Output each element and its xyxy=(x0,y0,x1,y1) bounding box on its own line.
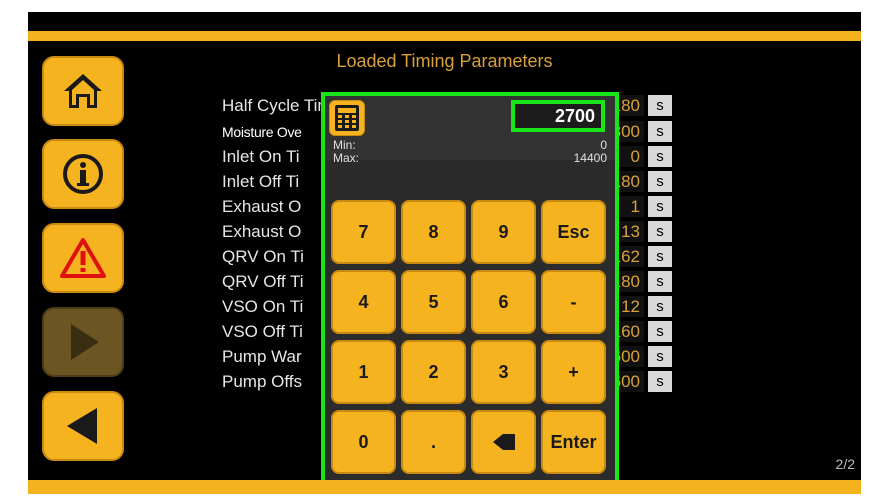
back-button[interactable] xyxy=(42,391,124,461)
param-unit: s xyxy=(648,146,672,167)
param-label: QRV On Ti xyxy=(222,247,304,266)
calculator-icon xyxy=(329,100,365,136)
param-label: Inlet On Ti xyxy=(222,147,300,166)
play-icon xyxy=(71,324,99,360)
param-unit: s xyxy=(648,171,672,192)
param-label-selected: Moisture Ove xyxy=(222,124,302,140)
key-0[interactable]: 0 xyxy=(331,410,396,474)
home-icon xyxy=(64,74,102,108)
param-unit: s xyxy=(648,271,672,292)
param-unit: s xyxy=(648,196,672,217)
key-4[interactable]: 4 xyxy=(331,270,396,334)
keypad-header: 2700 Min: 0 Max: 14400 xyxy=(325,96,615,165)
key-minus[interactable]: - xyxy=(541,270,606,334)
key-8[interactable]: 8 xyxy=(401,200,466,264)
key-3[interactable]: 3 xyxy=(471,340,536,404)
key-plus[interactable]: + xyxy=(541,340,606,404)
home-button[interactable] xyxy=(42,56,124,126)
bottom-bar xyxy=(28,480,861,494)
info-button[interactable] xyxy=(42,139,124,209)
value-display: 2700 xyxy=(511,100,605,132)
key-enter[interactable]: Enter xyxy=(541,410,606,474)
param-label: Exhaust O xyxy=(222,197,302,216)
min-label: Min: xyxy=(333,138,356,152)
key-esc[interactable]: Esc xyxy=(541,200,606,264)
param-label: Inlet Off Ti xyxy=(222,172,300,191)
param-label: QRV Off Ti xyxy=(222,272,304,291)
key-1[interactable]: 1 xyxy=(331,340,396,404)
param-label: VSO Off Ti xyxy=(222,322,303,341)
param-unit: s xyxy=(648,246,672,267)
info-icon xyxy=(63,154,103,194)
key-decimal[interactable]: . xyxy=(401,410,466,474)
key-backspace[interactable] xyxy=(471,410,536,474)
key-5[interactable]: 5 xyxy=(401,270,466,334)
key-7[interactable]: 7 xyxy=(331,200,396,264)
param-unit: s xyxy=(648,371,672,392)
param-unit: s xyxy=(648,321,672,342)
param-unit: s xyxy=(648,296,672,317)
next-button[interactable] xyxy=(42,307,124,377)
param-label: Pump Offs xyxy=(222,372,302,391)
key-9[interactable]: 9 xyxy=(471,200,536,264)
back-arrow-icon xyxy=(67,408,97,444)
top-bar xyxy=(28,31,861,41)
param-unit: s xyxy=(648,346,672,367)
param-unit: s xyxy=(648,221,672,242)
param-unit: s xyxy=(648,95,672,116)
max-label: Max: xyxy=(333,151,360,165)
param-label: Exhaust O xyxy=(222,222,302,241)
key-2[interactable]: 2 xyxy=(401,340,466,404)
min-value: 0 xyxy=(600,138,607,152)
backspace-icon xyxy=(492,434,515,450)
alarm-button[interactable] xyxy=(42,223,124,293)
param-label: Pump War xyxy=(222,347,302,366)
hmi-screen: Loaded Timing Parameters Half Cycle Time… xyxy=(28,12,861,494)
param-unit: s xyxy=(648,121,672,142)
max-value: 14400 xyxy=(573,151,607,165)
warning-icon xyxy=(60,238,106,278)
page-indicator: 2/2 xyxy=(835,456,855,472)
numeric-keypad-popup: 2700 Min: 0 Max: 14400 7 8 9 Esc 4 5 6 -… xyxy=(321,92,619,485)
key-6[interactable]: 6 xyxy=(471,270,536,334)
page-title: Loaded Timing Parameters xyxy=(336,51,553,71)
param-label: VSO On Ti xyxy=(222,297,304,316)
